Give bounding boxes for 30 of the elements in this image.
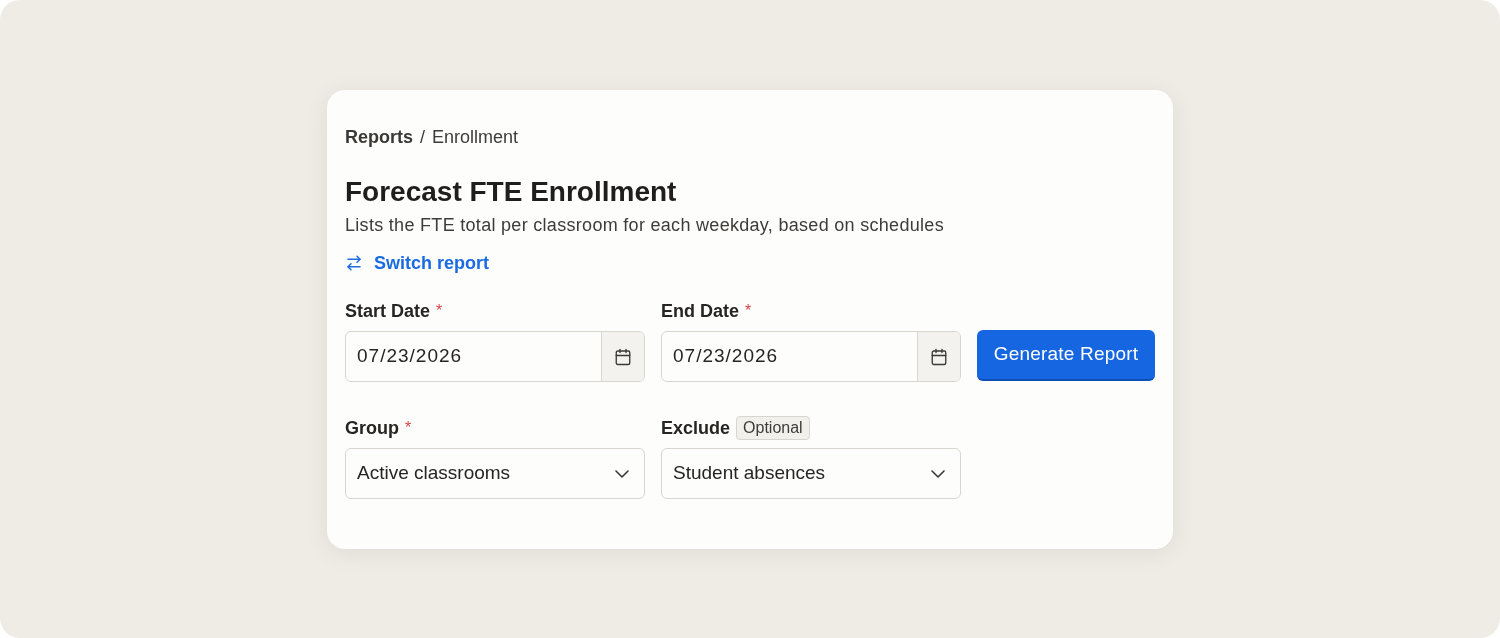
breadcrumb-current: Enrollment bbox=[432, 125, 519, 149]
generate-report-button[interactable]: Generate Report bbox=[977, 330, 1155, 381]
required-mark: * bbox=[436, 301, 443, 321]
chevron-down-icon bbox=[931, 469, 945, 478]
page-title: Forecast FTE Enrollment bbox=[345, 175, 677, 209]
calendar-icon bbox=[614, 347, 632, 366]
required-mark: * bbox=[745, 301, 752, 321]
calendar-icon bbox=[930, 347, 948, 366]
optional-badge: Optional bbox=[736, 416, 810, 440]
swap-arrows-icon bbox=[345, 254, 363, 272]
select-value: Student absences bbox=[673, 461, 826, 486]
field-label: End Date bbox=[661, 300, 739, 323]
date-field[interactable]: 07/23/2026 bbox=[661, 331, 961, 382]
calendar-button[interactable] bbox=[917, 332, 960, 381]
switch-report-link[interactable]: Switch report bbox=[345, 251, 489, 275]
field-label: Start Date bbox=[345, 300, 431, 323]
page-subtitle: Lists the FTE total per classroom for each weekday, based on schedules bbox=[345, 214, 944, 237]
select-field[interactable]: Active classrooms bbox=[345, 448, 645, 499]
required-mark: * bbox=[405, 418, 412, 438]
select-field[interactable]: Student absences bbox=[661, 448, 961, 499]
breadcrumb-separator: / bbox=[420, 125, 426, 149]
date-value: 07/23/2026 bbox=[356, 344, 464, 369]
date-value: 07/23/2026 bbox=[672, 344, 780, 369]
field-label: Group bbox=[345, 417, 399, 440]
field-label: Exclude bbox=[661, 417, 731, 440]
select-value: Active classrooms bbox=[357, 461, 511, 486]
chevron-down-icon bbox=[615, 469, 629, 478]
date-field[interactable]: 07/23/2026 bbox=[345, 331, 645, 382]
breadcrumb-link[interactable]: Reports bbox=[345, 123, 413, 151]
calendar-button[interactable] bbox=[601, 332, 644, 381]
